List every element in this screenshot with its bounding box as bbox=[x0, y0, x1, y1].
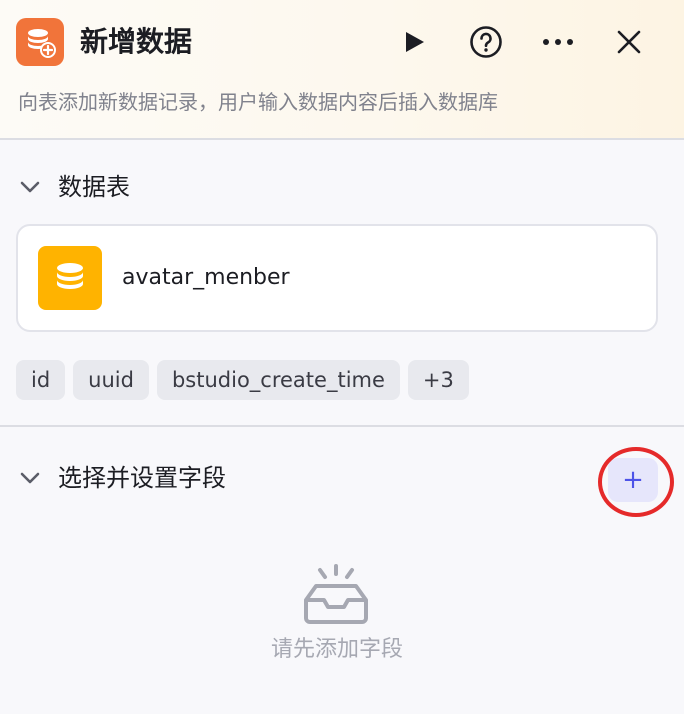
more-horizontal-icon bbox=[543, 39, 573, 45]
selected-table-card[interactable]: avatar_menber bbox=[16, 224, 658, 332]
run-button[interactable] bbox=[393, 21, 435, 63]
fields-section-title: 选择并设置字段 bbox=[58, 464, 226, 492]
help-circle-icon bbox=[470, 26, 502, 58]
chevron-down-icon bbox=[20, 181, 40, 193]
more-fields-tag[interactable]: +3 bbox=[407, 360, 469, 400]
page-title: 新增数据 bbox=[80, 25, 193, 58]
more-button[interactable] bbox=[537, 21, 579, 63]
plus-icon: + bbox=[622, 465, 644, 495]
collapse-toggle[interactable] bbox=[18, 175, 42, 199]
data-table-section-title: 数据表 bbox=[58, 173, 130, 201]
fields-section-header: 选择并设置字段 bbox=[0, 455, 684, 501]
empty-state-text: 请先添加字段 bbox=[270, 637, 403, 662]
field-tag: bstudio_create_time bbox=[156, 360, 400, 400]
node-description: 向表添加新数据记录，用户输入数据内容后插入数据库 bbox=[18, 90, 498, 114]
play-icon bbox=[406, 32, 424, 52]
chevron-down-icon bbox=[20, 472, 40, 484]
field-tags: id uuid bstudio_create_time +3 bbox=[16, 360, 469, 400]
empty-inbox-icon bbox=[302, 564, 370, 624]
data-table-section-header: 数据表 bbox=[0, 164, 684, 210]
database-add-icon bbox=[16, 18, 64, 66]
close-icon bbox=[617, 30, 641, 54]
field-tag: id bbox=[16, 360, 66, 400]
close-button[interactable] bbox=[608, 21, 650, 63]
field-tag: uuid bbox=[73, 360, 149, 400]
collapse-toggle[interactable] bbox=[18, 466, 42, 490]
database-icon bbox=[38, 246, 102, 310]
help-button[interactable] bbox=[465, 21, 507, 63]
table-name: avatar_menber bbox=[122, 265, 290, 290]
add-field-button[interactable]: + bbox=[608, 458, 658, 502]
section-divider bbox=[0, 425, 684, 427]
node-header: 新增数据 向表添加新数据记录，用户输入数据内容后插入数据库 bbox=[0, 0, 684, 140]
